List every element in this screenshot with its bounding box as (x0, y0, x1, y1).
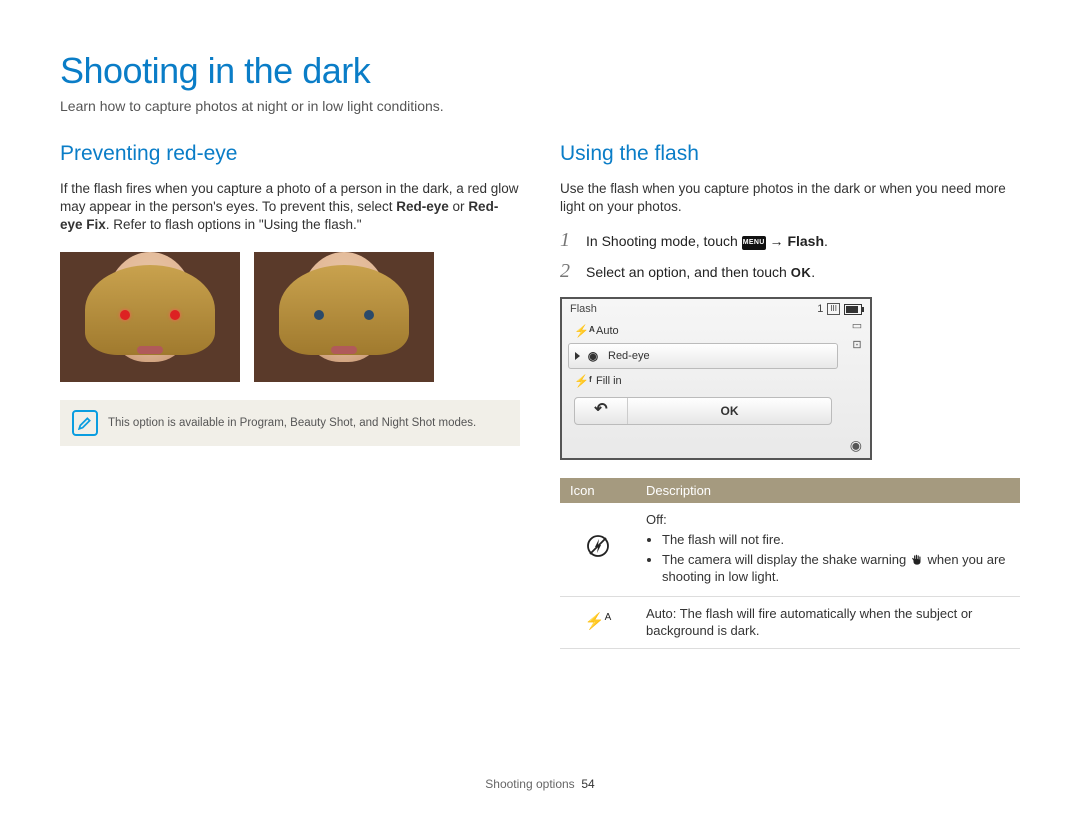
text: or (449, 199, 469, 214)
flash-description-table: Icon Description Off: (560, 478, 1020, 648)
step-number: 1 (560, 229, 576, 252)
flash-fill-icon: ⚡ᶠ (574, 374, 588, 388)
back-button[interactable]: ↶ (575, 398, 628, 424)
note-icon (72, 410, 98, 436)
camera-screen: Flash 1 III ⚡ᴬ Auto ◉ Red-eye (560, 297, 872, 460)
left-column: Preventing red-eye If the flash fires wh… (60, 142, 520, 649)
photo-red-eye-fixed (254, 252, 434, 382)
screen-button-bar: ↶ OK (574, 397, 832, 425)
list-item: The camera will display the shake warnin… (662, 551, 1010, 586)
red-eye-paragraph: If the flash fires when you capture a ph… (60, 180, 520, 235)
page-subtitle: Learn how to capture photos at night or … (60, 98, 1020, 114)
bold-flash: Flash (787, 233, 824, 249)
table-row: Off: The flash will not fire. The camera… (560, 503, 1020, 596)
step-2: 2 Select an option, and then touch OK. (560, 260, 1020, 283)
eye-icon: ◉ (586, 349, 600, 363)
text: . (811, 264, 815, 280)
label: Fill in (596, 375, 622, 387)
step-2-text: Select an option, and then touch OK. (586, 264, 815, 280)
flash-off-icon (560, 503, 636, 596)
screen-title: Flash (570, 303, 597, 315)
shake-warning-icon (910, 553, 924, 567)
list-item: The flash will not fire. (662, 531, 1010, 549)
note-text: This option is available in Program, Bea… (108, 417, 476, 429)
photo-count: 1 (817, 303, 823, 315)
flash-auto-icon: ⚡ᴬ (574, 324, 588, 338)
battery-icon (844, 304, 862, 315)
row-title: Auto (646, 606, 673, 621)
selection-arrow-icon (575, 352, 580, 360)
flash-auto-description: Auto: The flash will fire automatically … (636, 596, 1020, 648)
picture-mode-icon: ▭ (852, 319, 862, 332)
step-1-text: In Shooting mode, touch MENU → Flash. (586, 233, 828, 249)
flash-option-fill-in[interactable]: ⚡ᶠ Fill in (568, 369, 838, 393)
col-header-description: Description (636, 478, 1020, 503)
page-title: Shooting in the dark (60, 50, 1020, 92)
flash-option-red-eye[interactable]: ◉ Red-eye (568, 343, 838, 369)
ok-button[interactable]: OK (628, 398, 831, 424)
footer-page-number: 54 (581, 777, 594, 791)
note-box: This option is available in Program, Bea… (60, 400, 520, 446)
flash-option-auto[interactable]: ⚡ᴬ Auto (568, 319, 838, 343)
current-mode-icon: ◉ (562, 437, 870, 458)
heading-using-flash: Using the flash (560, 142, 1020, 166)
flash-intro: Use the flash when you capture photos in… (560, 180, 1020, 216)
table-row: ⚡A Auto: The flash will fire automatical… (560, 596, 1020, 648)
heading-preventing-red-eye: Preventing red-eye (60, 142, 520, 166)
text: In Shooting mode, touch (586, 233, 742, 249)
size-indicator-icon: III (827, 303, 840, 315)
footer-section: Shooting options (485, 777, 574, 791)
text: Select an option, and then touch (586, 264, 791, 280)
ok-icon: OK (791, 265, 812, 280)
frame-icon: ⊡ (852, 338, 861, 351)
screen-side-icons: ▭ ⊡ (844, 315, 870, 437)
flash-option-list: ⚡ᴬ Auto ◉ Red-eye ⚡ᶠ Fill in ↶ OK (562, 315, 844, 437)
label: Auto (596, 325, 619, 337)
text: . (824, 233, 828, 249)
col-header-icon: Icon (560, 478, 636, 503)
step-1: 1 In Shooting mode, touch MENU → Flash. (560, 229, 1020, 252)
label: Red-eye (608, 350, 650, 362)
photo-red-eye (60, 252, 240, 382)
screen-status: 1 III (817, 303, 862, 315)
right-column: Using the flash Use the flash when you c… (560, 142, 1020, 649)
example-photos (60, 252, 520, 382)
bold-red-eye: Red-eye (396, 199, 449, 214)
menu-icon: MENU (742, 236, 766, 250)
step-number: 2 (560, 260, 576, 283)
page-footer: Shooting options 54 (0, 777, 1080, 791)
arrow: → (766, 233, 788, 249)
row-title: Off (646, 512, 663, 527)
text: . Refer to flash options in "Using the f… (106, 217, 362, 232)
text: : The flash will fire automatically when… (646, 606, 972, 639)
flash-off-description: Off: The flash will not fire. The camera… (636, 503, 1020, 596)
flash-auto-icon: ⚡A (560, 596, 636, 648)
